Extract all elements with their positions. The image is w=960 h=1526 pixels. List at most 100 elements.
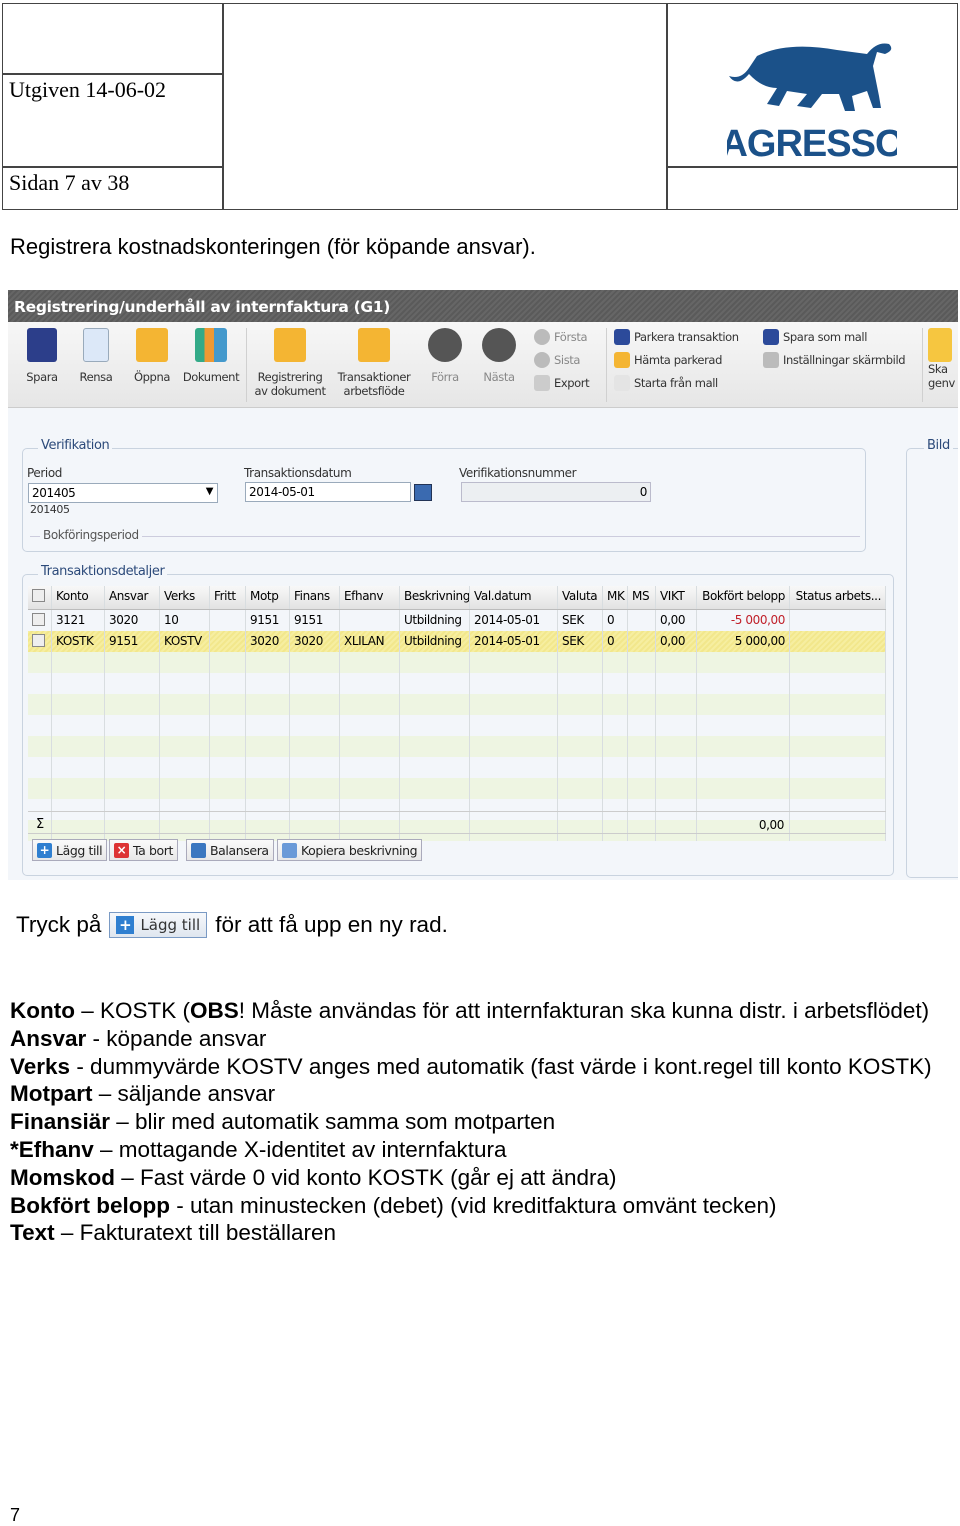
last-icon	[534, 352, 550, 368]
last-button[interactable]: Sista	[534, 352, 580, 368]
cell[interactable]	[210, 631, 246, 652]
shortcut-button[interactable]: Ska genv	[928, 328, 958, 390]
cell[interactable]: XLILAN	[340, 631, 400, 652]
cell[interactable]: Ansvar	[105, 586, 160, 609]
first-button[interactable]: Första	[534, 329, 588, 345]
cell[interactable]: SEK	[558, 610, 603, 631]
cell[interactable]: 10	[160, 610, 210, 631]
wrench-icon	[763, 352, 779, 368]
empty-row[interactable]	[28, 694, 886, 715]
cell[interactable]: MK	[603, 586, 628, 609]
cell[interactable]: 0	[603, 610, 628, 631]
empty-row[interactable]	[28, 736, 886, 757]
cell[interactable]	[628, 610, 656, 631]
cell[interactable]: 2014-05-01	[470, 610, 558, 631]
export-icon	[534, 375, 550, 391]
cell[interactable]: KOSTK	[52, 631, 105, 652]
cell[interactable]: Val.datum	[470, 586, 558, 609]
cell[interactable]	[210, 610, 246, 631]
cell[interactable]: Valuta	[558, 586, 603, 609]
cell[interactable]: Motp	[246, 586, 290, 609]
cell[interactable]: Beskrivning	[400, 586, 470, 609]
cell[interactable]: 0	[603, 631, 628, 652]
cell[interactable]: 0,00	[656, 610, 697, 631]
toolbar: Spara Rensa Öppna Dokument Registrering a…	[8, 322, 958, 408]
sum-symbol: Σ	[36, 817, 44, 832]
previous-button[interactable]: Förra	[424, 328, 466, 384]
cell[interactable]: Verks	[160, 586, 210, 609]
balance-button[interactable]: Balansera	[186, 839, 274, 861]
calendar-icon[interactable]	[414, 484, 432, 501]
transaction-date-input[interactable]: 2014-05-01	[245, 482, 411, 502]
cell[interactable]: 3121	[52, 610, 105, 631]
issued-date: Utgiven 14-06-02	[9, 77, 167, 102]
delete-row-button[interactable]: × Ta bort	[109, 839, 179, 861]
screen-settings-button[interactable]: Inställningar skärmbild	[763, 352, 906, 368]
folder-icon	[136, 328, 168, 362]
cell[interactable]: Utbildning	[400, 631, 470, 652]
cell[interactable]: -5 000,00	[697, 610, 790, 631]
cell[interactable]: Fritt	[210, 586, 246, 609]
copy-description-button[interactable]: Kopiera beskrivning	[277, 839, 423, 861]
cell[interactable]: Efhanv	[340, 586, 400, 609]
empty-row[interactable]	[28, 673, 886, 694]
cell[interactable]: 9151	[246, 610, 290, 631]
plus-icon: +	[116, 916, 135, 934]
table-row[interactable]: KOSTK 9151 KOSTV 3020 3020 XLILAN Utbildning 20…	[28, 631, 886, 652]
cell[interactable]: 3020	[105, 610, 160, 631]
cell[interactable]	[628, 631, 656, 652]
transaction-flow-button[interactable]: Transaktioner arbetsflöde	[334, 328, 414, 398]
next-button[interactable]: Nästa	[478, 328, 520, 384]
cell[interactable]: 3020	[246, 631, 290, 652]
cell[interactable]: 3020	[290, 631, 340, 652]
clear-button[interactable]: Rensa	[76, 328, 116, 384]
cell[interactable]: 9151	[290, 610, 340, 631]
empty-row[interactable]	[28, 778, 886, 799]
register-document-button[interactable]: Registrering av dokument	[252, 328, 328, 398]
folder-icon	[358, 328, 390, 362]
cell[interactable]	[790, 631, 886, 652]
cell[interactable]: MS	[628, 586, 656, 609]
add-row-button[interactable]: + Lägg till	[32, 839, 108, 861]
cell[interactable]: VIKT	[656, 586, 697, 609]
row-checkbox[interactable]	[32, 589, 45, 602]
open-button[interactable]: Öppna	[130, 328, 174, 384]
page-icon	[83, 328, 109, 362]
empty-row[interactable]	[28, 799, 886, 820]
cell[interactable]: 9151	[105, 631, 160, 652]
row-checkbox[interactable]	[32, 613, 45, 626]
cell[interactable]: 5 000,00	[697, 631, 790, 652]
cell[interactable]: 0,00	[656, 631, 697, 652]
transaction-details-legend: Transaktionsdetaljer	[38, 564, 168, 579]
row-checkbox[interactable]	[32, 634, 45, 647]
cell[interactable]: Finans	[290, 586, 340, 609]
save-button[interactable]: Spara	[22, 328, 62, 384]
park-transaction-button[interactable]: Parkera transaktion	[614, 329, 739, 345]
cell[interactable]: 2014-05-01	[470, 631, 558, 652]
fetch-parked-button[interactable]: Hämta parkerad	[614, 352, 722, 368]
transaction-date-label: Transaktionsdatum	[244, 466, 352, 480]
export-button[interactable]: Export	[534, 375, 590, 391]
period-select[interactable]: 201405 ▼	[28, 483, 218, 503]
star-icon	[928, 328, 952, 362]
intro-text: Registrera kostnadskonteringen (för köpa…	[10, 234, 536, 259]
cell[interactable]: Status arbets...	[790, 586, 886, 609]
cell[interactable]: Bokfört belopp	[697, 586, 790, 609]
arrow-left-icon	[428, 328, 462, 362]
cell[interactable]: SEK	[558, 631, 603, 652]
cell[interactable]: KOSTV	[160, 631, 210, 652]
document-button[interactable]: Dokument	[180, 328, 242, 384]
cell[interactable]: Utbildning	[400, 610, 470, 631]
period-description: 201405	[30, 503, 70, 516]
save-as-template-button[interactable]: Spara som mall	[763, 329, 867, 345]
field-description: Konto – KOSTK (OBS! Måste användas för a…	[10, 998, 930, 1023]
table-row[interactable]: 3121 3020 10 9151 9151 Utbildning 2014-05-01 SE…	[28, 610, 886, 631]
cell[interactable]: Konto	[52, 586, 105, 609]
cell[interactable]	[340, 610, 400, 631]
start-from-template-button[interactable]: Starta från mall	[614, 375, 718, 391]
empty-row[interactable]	[28, 715, 886, 736]
cell[interactable]	[790, 610, 886, 631]
empty-row[interactable]	[28, 757, 886, 778]
empty-row[interactable]	[28, 652, 886, 673]
grid-header[interactable]: Konto Ansvar Verks Fritt Motp Finans Efhanv Bes…	[28, 586, 886, 610]
